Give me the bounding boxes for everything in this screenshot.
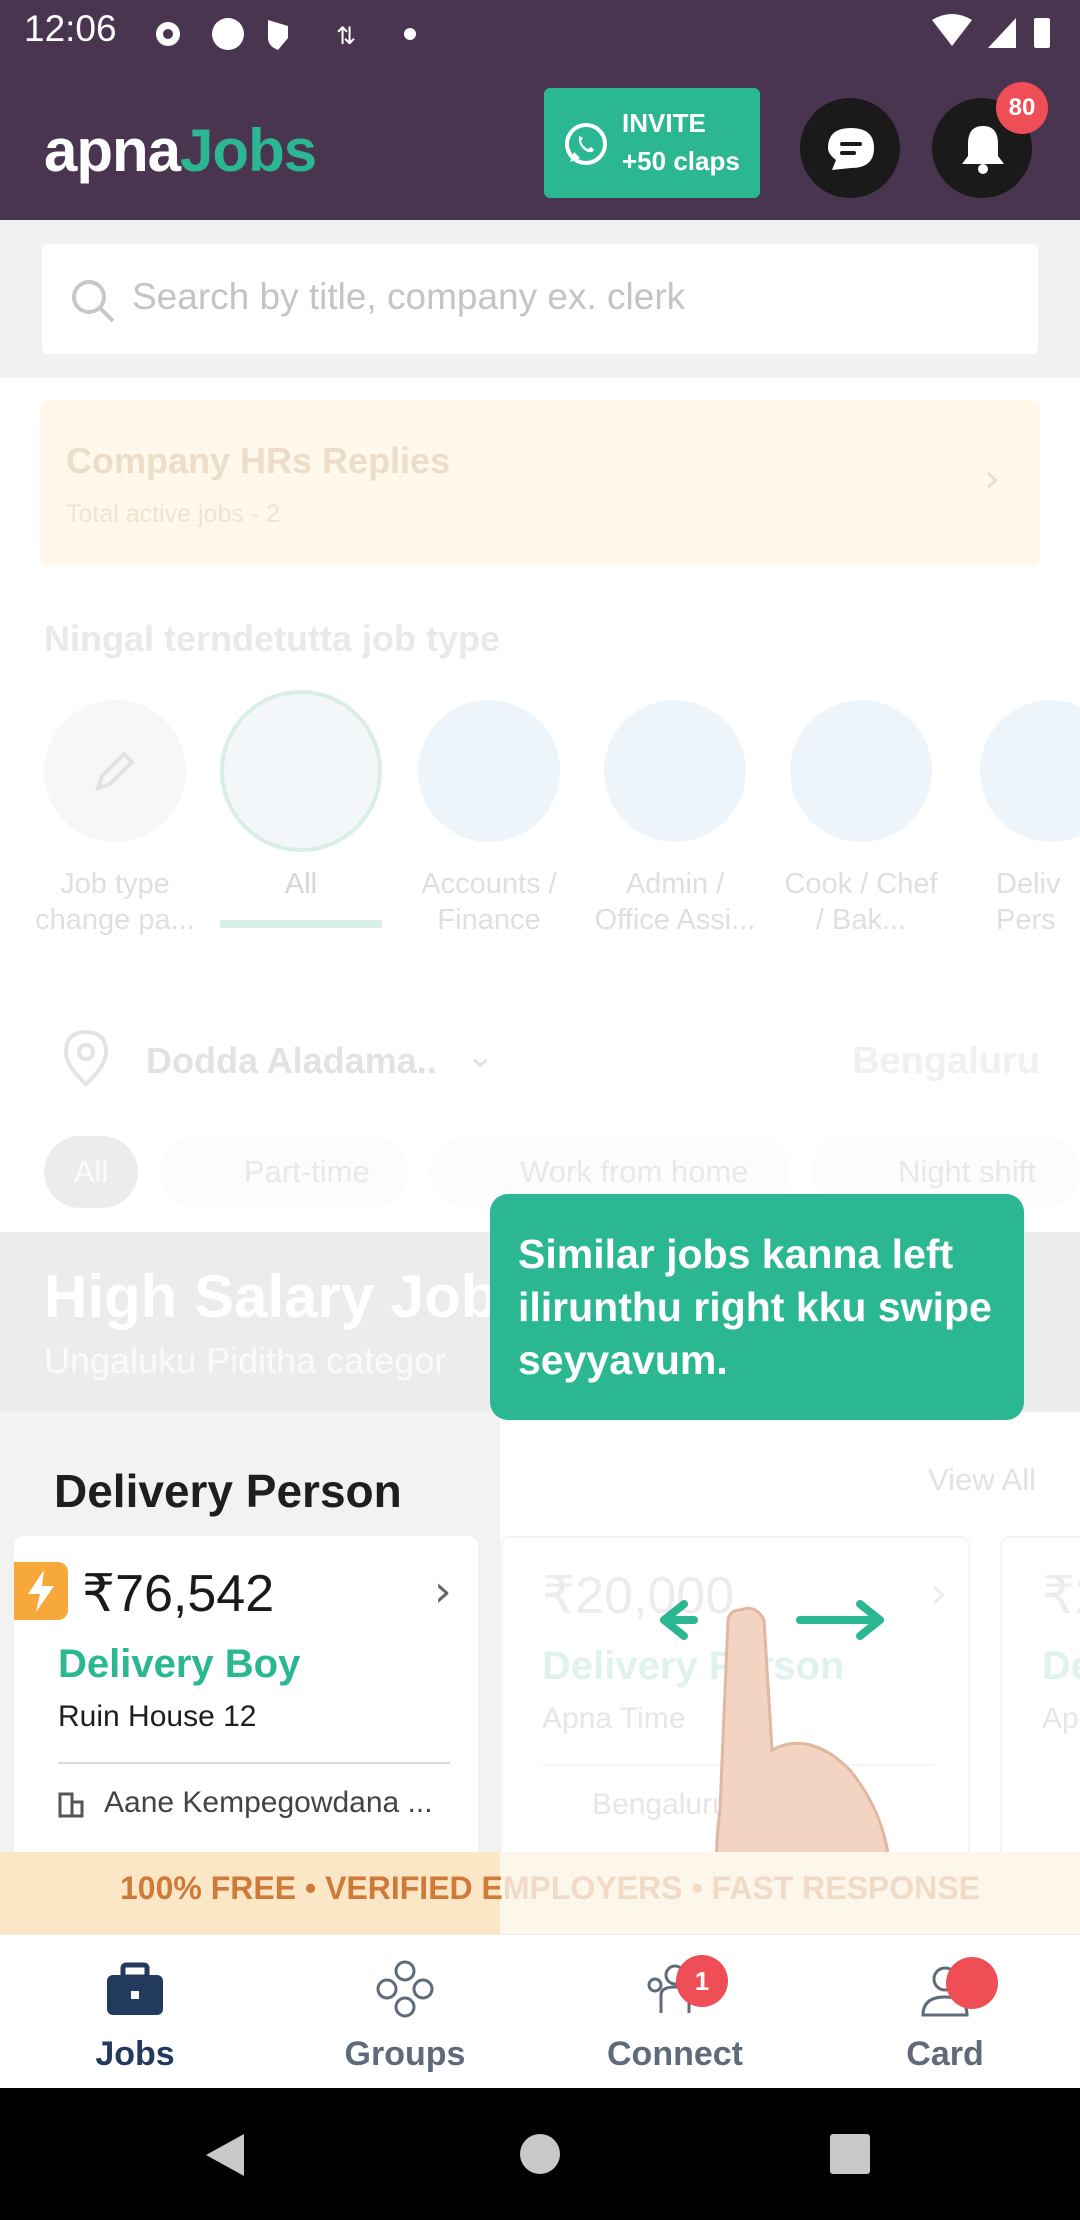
job-type-admin[interactable]: Admin / Office Assi... xyxy=(594,700,756,938)
job-type-delivery[interactable]: Deliv Pers xyxy=(966,700,1080,938)
pencil-icon xyxy=(44,700,186,842)
job-type-label: All xyxy=(284,868,318,900)
job-type-label: Deliv Pers xyxy=(996,868,1061,936)
nav-label: Card xyxy=(906,2035,984,2073)
high-salary-subtitle: Ungaluku Piditha categor xyxy=(44,1340,447,1381)
shield-icon xyxy=(268,20,288,50)
card-divider xyxy=(58,1762,450,1764)
notification-badge: 80 xyxy=(996,82,1048,134)
swipe-tooltip: Similar jobs kanna left ilirunthu right … xyxy=(490,1194,1024,1420)
system-tray-icons xyxy=(932,14,1050,48)
search-input[interactable]: Search by title, company ex. clerk xyxy=(42,244,1038,354)
high-salary-title: High Salary Jobs xyxy=(44,1263,531,1330)
nav-label: Connect xyxy=(607,2035,743,2073)
job-type-cook[interactable]: Cook / Chef / Bak... xyxy=(780,700,942,938)
connect-badge: 1 xyxy=(676,1955,728,2007)
whatsapp-icon xyxy=(565,123,607,165)
bottom-navigation: Jobs Groups 1 Connect Card xyxy=(0,1934,1080,2088)
job-type-label: Cook / Chef / Bak... xyxy=(784,868,938,936)
nav-label: Jobs xyxy=(95,2035,175,2073)
location-selector[interactable]: Dodda Aladama.. ⌄ Bengaluru xyxy=(0,1010,1080,1110)
job-location: Aane Kempegowdana ... xyxy=(104,1786,433,1819)
invite-label: INVITE xyxy=(622,108,706,138)
bell-icon xyxy=(962,126,1004,174)
chevron-right-icon: › xyxy=(984,456,1000,502)
search-icon xyxy=(72,280,115,323)
back-icon[interactable] xyxy=(200,2130,250,2180)
company-hr-replies-card[interactable]: Company HRs Replies Total active jobs - … xyxy=(40,400,1040,566)
chevron-down-icon: ⌄ xyxy=(466,1036,495,1076)
job-salary: ₹2 xyxy=(1042,1567,1080,1625)
admin-image xyxy=(604,700,746,842)
battery-icon xyxy=(1034,18,1050,48)
job-title: De xyxy=(1042,1644,1080,1688)
chevron-right-icon: › xyxy=(434,1566,452,1617)
nav-groups[interactable]: Groups xyxy=(270,1935,540,2089)
svg-text:⇅: ⇅ xyxy=(336,22,356,50)
delivery-section: Delivery Person ₹76,542 › Delivery Boy R… xyxy=(0,1412,500,1866)
card-dot-badge xyxy=(946,1957,998,2009)
all-jobs-image xyxy=(220,690,382,852)
nav-connect[interactable]: 1 Connect xyxy=(540,1935,810,2089)
sync-icon xyxy=(212,18,244,50)
home-icon[interactable] xyxy=(518,2132,562,2176)
nav-jobs[interactable]: Jobs xyxy=(0,1935,270,2089)
job-type-label: Job type change pa... xyxy=(35,868,195,936)
invite-button[interactable]: INVITE +50 claps xyxy=(544,88,760,198)
filter-chip-part-time[interactable]: Part-time xyxy=(160,1136,408,1208)
delivery-image xyxy=(980,700,1080,842)
job-salary: ₹76,542 xyxy=(82,1565,275,1623)
accounts-image xyxy=(418,700,560,842)
job-type-label: Accounts / Finance xyxy=(421,868,557,936)
job-type-section-title: Ningal terndetutta job type xyxy=(44,618,501,659)
chat-icon xyxy=(828,128,874,170)
job-type-all[interactable]: All xyxy=(220,690,382,928)
view-all-link[interactable]: View All xyxy=(928,1462,1036,1498)
building-icon xyxy=(58,1792,84,1818)
filter-chip-all[interactable]: All xyxy=(44,1136,138,1208)
location-city: Bengaluru xyxy=(852,1040,1040,1082)
search-placeholder: Search by title, company ex. clerk xyxy=(132,276,686,317)
job-type-accounts[interactable]: Accounts / Finance xyxy=(408,700,570,938)
selected-indicator xyxy=(220,920,382,928)
status-time: 12:06 xyxy=(24,8,117,49)
recents-icon[interactable] xyxy=(828,2132,872,2176)
job-type-change[interactable]: Job type change pa... xyxy=(34,700,196,938)
chat-button[interactable] xyxy=(800,98,900,198)
job-title: Delivery Boy xyxy=(58,1642,301,1686)
status-icons: ⇅ xyxy=(156,18,416,50)
trust-banner: 100% FREE • VERIFIED EMPLOYERS • FAST RE… xyxy=(0,1852,1080,1934)
job-card[interactable]: ₹76,542 › Delivery Boy Ruin House 12 Aan… xyxy=(14,1536,478,1866)
app-header: apnaJobs INVITE +50 claps 80 xyxy=(0,66,1080,220)
groups-icon xyxy=(376,1960,434,2018)
delivery-section-title: Delivery Person xyxy=(54,1465,402,1517)
system-navigation-bar xyxy=(0,2088,1080,2220)
job-company: Ap xyxy=(1042,1702,1079,1735)
job-card[interactable]: ₹2 De Ap xyxy=(1000,1536,1080,1866)
status-bar: 12:06 ⇅ xyxy=(0,0,1080,66)
signal-icon xyxy=(988,18,1016,48)
job-type-label: Admin / Office Assi... xyxy=(594,868,756,936)
hr-card-title: Company HRs Replies xyxy=(66,440,451,481)
search-bar-area: Search by title, company ex. clerk xyxy=(0,220,1080,378)
briefcase-icon xyxy=(107,1962,163,2015)
wifi-icon xyxy=(932,14,972,46)
job-company: Ruin House 12 xyxy=(58,1700,257,1733)
invite-reward: +50 claps xyxy=(622,146,740,176)
banner-text: 100% FREE • VERIFIED EMPLOYERS • FAST RE… xyxy=(120,1870,980,1906)
hr-card-subtitle: Total active jobs - 2 xyxy=(66,500,280,528)
cook-image xyxy=(790,700,932,842)
nav-card[interactable]: Card xyxy=(810,1935,1080,2089)
bolt-icon xyxy=(14,1562,68,1620)
location-area: Dodda Aladama.. xyxy=(146,1040,437,1081)
apna-logo: apnaJobs xyxy=(44,117,317,184)
nav-label: Groups xyxy=(344,2035,466,2073)
location-pin-icon xyxy=(63,1029,109,1087)
